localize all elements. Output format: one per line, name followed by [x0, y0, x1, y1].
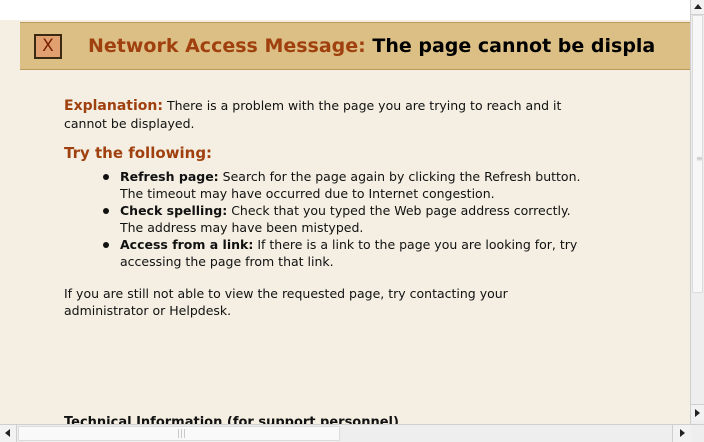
explanation: Explanation: There is a problem with the… — [64, 97, 584, 132]
right-arrow-icon — [695, 409, 700, 417]
list-item: Check spelling: Check that you typed the… — [103, 202, 584, 236]
horizontal-scroll-thumb[interactable]: ||| — [18, 426, 340, 441]
tips-list: Refresh page: Search for the page again … — [64, 168, 584, 270]
closing-text: If you are still not able to view the re… — [64, 286, 508, 318]
tip-label: Access from a link: — [120, 237, 254, 252]
message-header: X Network Access Message: The page canno… — [20, 22, 690, 70]
grip-icon: ||| — [177, 429, 187, 439]
header-title: Network Access Message: The page cannot … — [88, 34, 655, 58]
message-body: Explanation: There is a problem with the… — [64, 97, 584, 319]
scroll-right-button[interactable] — [672, 425, 691, 442]
tip-label: Refresh page: — [120, 169, 219, 184]
close-icon: X — [34, 34, 62, 59]
list-item: Refresh page: Search for the page again … — [103, 168, 584, 202]
scroll-down-button[interactable] — [691, 404, 704, 421]
vertical-scroll-thumb[interactable]: ≡ — [692, 15, 703, 293]
right-arrow-icon — [680, 429, 685, 437]
scroll-left-button[interactable] — [0, 425, 17, 442]
error-page: X Network Access Message: The page canno… — [0, 0, 690, 424]
header-text: The page cannot be displa — [372, 35, 656, 57]
header-label: Network Access Message: — [88, 35, 366, 57]
technical-info-heading: Technical Information (for support perso… — [64, 415, 399, 424]
tip-label: Check spelling: — [120, 203, 228, 218]
try-following-heading: Try the following: — [64, 144, 213, 162]
left-arrow-icon — [5, 429, 10, 437]
explanation-label: Explanation: — [64, 98, 163, 114]
list-item: Access from a link: If there is a link t… — [103, 236, 584, 270]
up-arrow-icon — [694, 4, 702, 9]
scroll-up-button[interactable] — [691, 0, 704, 15]
grip-icon: ≡ — [696, 154, 703, 163]
top-margin — [0, 0, 690, 20]
vertical-scrollbar[interactable]: ≡ — [690, 0, 704, 424]
horizontal-scrollbar[interactable]: ||| — [0, 424, 704, 442]
